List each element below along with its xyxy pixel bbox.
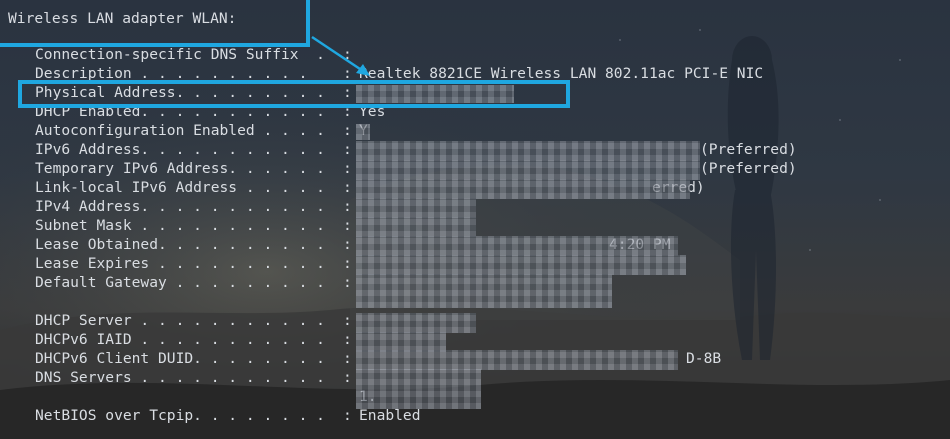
row-label: DNS Servers . . . . . . . . . . . [35, 369, 325, 386]
physical-address-highlight [18, 80, 570, 108]
row-value: D-8B [686, 350, 722, 367]
row-label: Lease Obtained. . . . . . . . . . [35, 236, 325, 253]
row-label: DHCPv6 IAID . . . . . . . . . . . [35, 331, 325, 348]
row-value: (Preferred) [700, 160, 797, 177]
row-label: IPv4 Address. . . . . . . . . . . [35, 198, 325, 215]
adapter-header-highlight [0, 0, 310, 47]
row-colon: : [343, 312, 352, 329]
row-label: DHCPv6 Client DUID. . . . . . . . [35, 350, 325, 367]
redaction-mask [356, 369, 481, 409]
row-colon: : [343, 122, 352, 139]
row-label: Link-local IPv6 Address . . . . . [35, 179, 325, 196]
row-colon: : [343, 179, 352, 196]
redaction-mask [356, 350, 678, 370]
row-label: Lease Expires . . . . . . . . . . [35, 255, 325, 272]
row-colon: : [343, 141, 352, 158]
row-label: Connection-specific DNS Suffix . [35, 46, 325, 63]
redaction-mask [356, 332, 446, 352]
redaction-mask [356, 124, 370, 140]
redaction-mask [356, 179, 690, 199]
row-colon: : [343, 255, 352, 272]
row-label: Temporary IPv6 Address. . . . . . [35, 160, 325, 177]
row-colon: : [343, 331, 352, 348]
row-label: IPv6 Address. . . . . . . . . . . [35, 141, 325, 158]
row-label: Autoconfiguration Enabled . . . . [35, 122, 325, 139]
row-label: DHCP Server . . . . . . . . . . . [35, 312, 325, 329]
row-colon: : [343, 236, 352, 253]
redaction-mask [356, 198, 476, 218]
row-colon: : [343, 160, 352, 177]
row-colon: : [343, 407, 352, 424]
row-label: NetBIOS over Tcpip. . . . . . . . [35, 407, 325, 424]
row-label: Subnet Mask . . . . . . . . . . . [35, 217, 325, 234]
row-colon: : [343, 350, 352, 367]
row-colon: : [343, 46, 352, 63]
redaction-mask [356, 255, 686, 275]
row-colon: : [343, 217, 352, 234]
row-value: (Preferred) [700, 141, 797, 158]
redaction-mask [356, 217, 476, 237]
redaction-mask [356, 141, 700, 161]
redaction-mask [356, 236, 678, 256]
redaction-mask [356, 160, 700, 180]
row-colon: : [343, 369, 352, 386]
redaction-mask [356, 274, 612, 308]
redaction-mask [356, 313, 476, 333]
row-label: Default Gateway . . . . . . . . . [35, 274, 325, 291]
row-colon: : [343, 198, 352, 215]
row-colon: : [343, 274, 352, 291]
